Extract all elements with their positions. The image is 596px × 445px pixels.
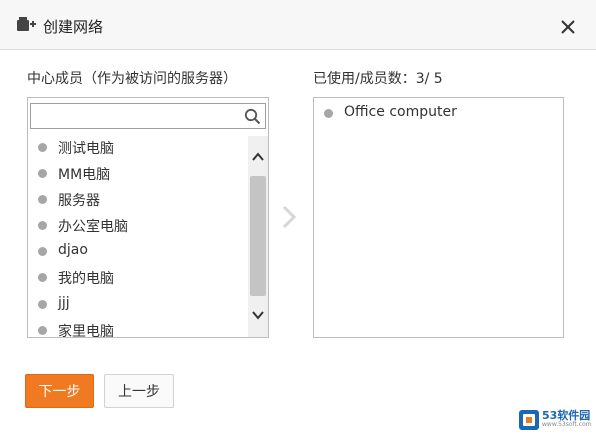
status-dot-icon [38,300,47,309]
search-input[interactable] [31,104,237,128]
list-item[interactable]: Office computer [314,102,563,126]
item-label: 家里电脑 [58,324,114,338]
center-members-label: 中心成员（作为被访问的服务器） [27,71,237,87]
status-dot-icon [324,109,333,118]
chevron-up-icon[interactable] [251,150,265,164]
status-dot-icon [38,143,47,152]
selected-members-panel: Office computer [313,97,564,338]
item-label: Office computer [344,104,457,120]
scrollbar-thumb[interactable] [250,176,266,296]
status-dot-icon [38,169,47,178]
list-item[interactable]: jjj [28,293,248,317]
title-bar: 创建网络 [0,0,596,50]
status-dot-icon [38,247,47,256]
list-item[interactable]: 服务器 [28,188,248,212]
next-step-button[interactable]: 下一步 [25,374,94,408]
chevron-right-icon [282,205,297,229]
list-item[interactable]: djao [28,240,248,264]
item-label: djao [58,242,88,258]
list-item[interactable]: 家里电脑 [28,319,248,338]
search-box [30,103,266,129]
item-label: 服务器 [58,193,100,209]
create-network-dialog: 创建网络 中心成员（作为被访问的服务器） 已使用/成员数：3/ 5 测试电脑 M… [0,0,596,445]
previous-step-button[interactable]: 上一步 [104,374,174,408]
available-members-list: 测试电脑 MM电脑 服务器 办公室电脑 djao 我的电脑 jjj 家里电脑 [28,136,248,338]
available-members-panel: 测试电脑 MM电脑 服务器 办公室电脑 djao 我的电脑 jjj 家里电脑 [27,97,269,338]
status-dot-icon [38,195,47,204]
status-dot-icon [38,273,47,282]
list-item[interactable]: 办公室电脑 [28,214,248,238]
item-label: 测试电脑 [58,141,114,157]
list-item[interactable]: MM电脑 [28,162,248,186]
list-scrollbar[interactable] [248,136,268,337]
watermark: 53软件园 www.53soft.com [518,407,592,433]
watermark-logo-icon [519,410,539,430]
item-label: jjj [58,295,70,311]
chevron-down-icon[interactable] [251,308,265,322]
item-label: 办公室电脑 [58,219,128,235]
watermark-url: www.53soft.com [542,421,592,428]
status-dot-icon [38,326,47,335]
member-count-label: 已使用/成员数：3/ 5 [313,71,443,87]
item-label: 我的电脑 [58,271,114,287]
search-icon[interactable] [244,108,261,125]
close-icon[interactable] [558,17,578,37]
list-item[interactable]: 我的电脑 [28,266,248,290]
status-dot-icon [38,221,47,230]
dialog-title: 创建网络 [43,18,104,36]
item-label: MM电脑 [58,167,111,183]
list-item[interactable]: 测试电脑 [28,136,248,160]
network-add-icon [17,17,36,31]
